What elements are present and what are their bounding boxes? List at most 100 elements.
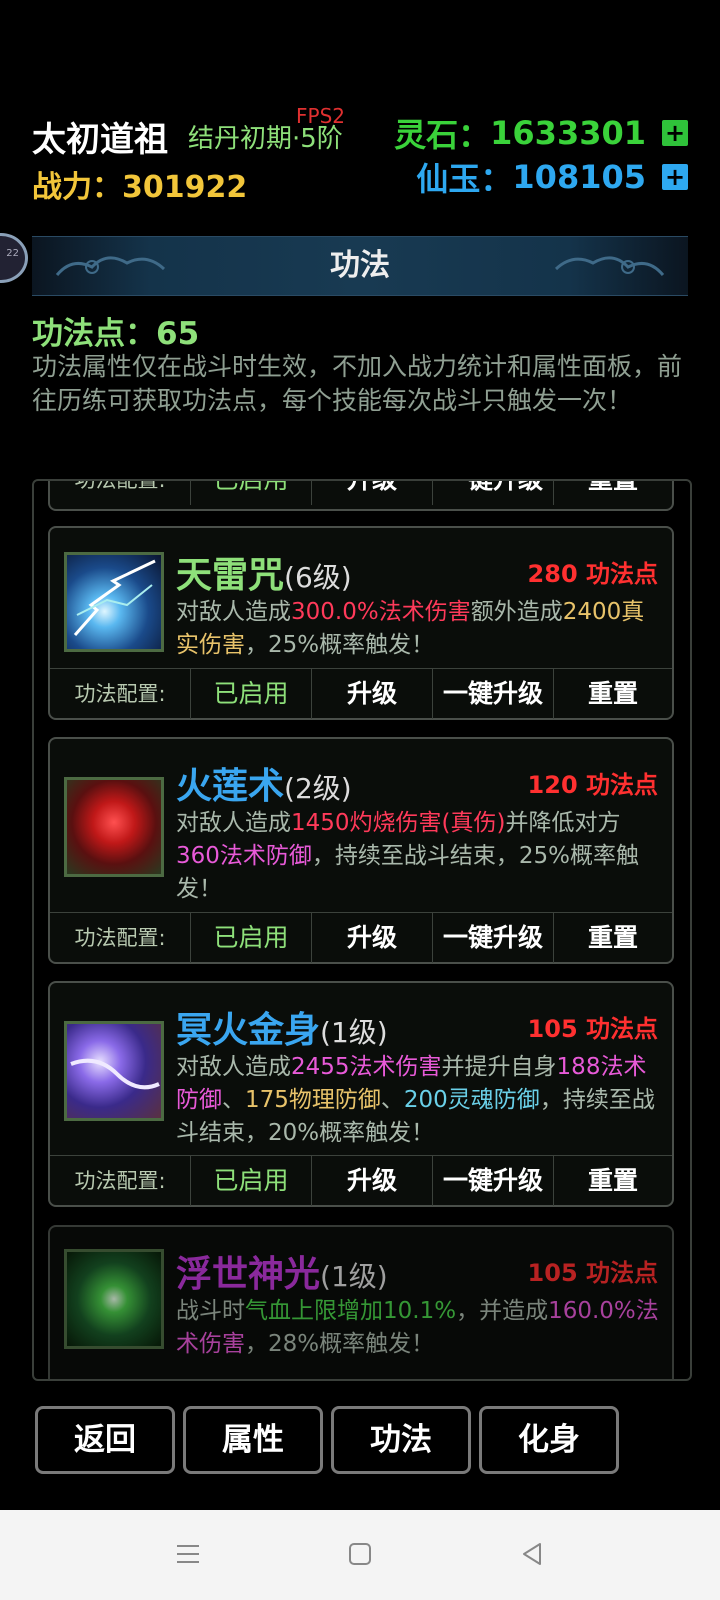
skill-points: 功法点：65 <box>32 308 199 353</box>
skill-cost: 105 功法点 <box>527 1259 658 1287</box>
upgrade-button[interactable]: 升级 <box>312 669 433 719</box>
skill-cost: 105 功法点 <box>527 1015 658 1043</box>
combat-power-value: 301922 <box>122 170 248 205</box>
avatar-clone-button[interactable]: 化身 <box>479 1406 619 1474</box>
skill-config-row: 功法配置: 已启用 升级 一键升级 重置 <box>50 1155 672 1206</box>
fire-lotus-skill-icon <box>64 777 164 877</box>
enabled-toggle[interactable]: 已启用 <box>191 669 312 719</box>
xianyu-value: 108105 <box>512 158 646 196</box>
avatar[interactable]: 22 <box>0 233 28 283</box>
enabled-toggle[interactable]: 已启用 <box>191 481 312 505</box>
skill-card: 天雷咒(6级) 280 功法点 对敌人造成300.0%法术伤害额外造成2400真… <box>48 526 674 720</box>
config-label: 功法配置: <box>50 1156 191 1206</box>
skill-level: (6级) <box>284 561 352 594</box>
reset-button[interactable]: 重置 <box>554 481 672 505</box>
skill-list[interactable]: 功法配置: 已启用 升级 一键升级 重置 天雷咒(6级) 280 功法点 对敌人… <box>32 479 692 1381</box>
effect-text: 并提升自身 <box>441 1054 557 1080</box>
skill-card-partial: 功法配置: 已启用 升级 一键升级 重置 <box>48 481 674 511</box>
xianyu-currency: 仙玉： 108105 + <box>416 154 688 200</box>
upgrade-button[interactable]: 升级 <box>312 481 433 505</box>
skill-name: 火莲术(2级) <box>176 757 352 809</box>
skill-name-text: 天雷咒 <box>176 555 285 596</box>
lingshi-currency: 灵石： 1633301 + <box>394 110 688 156</box>
skill-name: 浮世神光(1级) <box>176 1245 388 1297</box>
home-icon[interactable] <box>346 1540 374 1568</box>
nether-flame-skill-icon <box>64 1021 164 1121</box>
effect-highlight: 175物理防御 <box>245 1087 381 1113</box>
skills-button[interactable]: 功法 <box>331 1406 471 1474</box>
skill-points-value: 65 <box>156 316 200 352</box>
lightning-skill-icon <box>64 552 164 652</box>
effect-highlight: 1450灼烧伤害(真伤) <box>291 810 506 836</box>
skill-points-label: 功法点： <box>32 316 156 352</box>
back-icon[interactable] <box>518 1540 546 1568</box>
skill-level: (1级) <box>320 1260 388 1293</box>
effect-highlight: 200灵魂防御 <box>403 1087 540 1113</box>
skill-description: 功法属性仅在战斗时生效，不加入战力统计和属性面板，前往历练可获取功法点，每个技能… <box>32 352 683 415</box>
effect-text: 、 <box>222 1087 245 1113</box>
one-click-upgrade-button[interactable]: 一键升级 <box>433 669 554 719</box>
upgrade-button[interactable]: 升级 <box>312 913 433 963</box>
effect-text: 战斗时 <box>176 1298 245 1324</box>
one-click-upgrade-button[interactable]: 一键升级 <box>433 481 554 505</box>
lingshi-label: 灵石： <box>394 116 491 154</box>
effect-text: 对敌人造成 <box>176 599 291 625</box>
effect-text: ，25%概率触发！ <box>245 632 435 658</box>
lingshi-add-button[interactable]: + <box>662 120 688 146</box>
effect-text: 对敌人造成 <box>176 810 291 836</box>
effect-text: ，并造成 <box>456 1298 549 1324</box>
enabled-toggle[interactable]: 已启用 <box>191 913 312 963</box>
xianyu-label: 仙玉： <box>416 160 513 198</box>
system-nav-bar <box>0 1510 720 1600</box>
effect-text: 并降低对方 <box>505 810 621 836</box>
one-click-upgrade-button[interactable]: 一键升级 <box>433 1156 554 1206</box>
skill-effect: 对敌人造成2455法术伤害并提升自身188法术防御、175物理防御、200灵魂防… <box>176 1051 662 1150</box>
one-click-upgrade-button[interactable]: 一键升级 <box>433 913 554 963</box>
skill-card: 火莲术(2级) 120 功法点 对敌人造成1450灼烧伤害(真伤)并降低对方 36… <box>48 737 674 964</box>
lingshi-value: 1633301 <box>490 114 646 152</box>
config-label: 功法配置: <box>50 913 191 963</box>
reset-button[interactable]: 重置 <box>554 913 672 963</box>
effect-highlight: 360法术防御 <box>176 843 312 869</box>
attributes-button[interactable]: 属性 <box>183 1406 323 1474</box>
skill-effect: 战斗时气血上限增加10.1%，并造成160.0%法术伤害，28%概率触发！ <box>176 1295 662 1361</box>
skill-name-text: 浮世神光 <box>176 1254 321 1295</box>
config-label: 功法配置: <box>50 669 191 719</box>
skill-level: (1级) <box>320 1016 388 1049</box>
effect-text: 额外造成 <box>470 599 563 625</box>
upgrade-button[interactable]: 升级 <box>312 1156 433 1206</box>
reset-button[interactable]: 重置 <box>554 669 672 719</box>
skill-cost: 280 功法点 <box>527 560 658 588</box>
skill-card: 浮世神光(1级) 105 功法点 战斗时气血上限增加10.1%，并造成160.0… <box>48 1225 674 1379</box>
avatar-badge: 22 <box>6 248 19 259</box>
player-name: 太初道祖 <box>32 120 168 160</box>
section-banner: 功法 <box>32 236 688 296</box>
skill-name: 天雷咒(6级) <box>176 546 352 598</box>
skill-name-text: 冥火金身 <box>176 1010 321 1051</box>
effect-text: 、 <box>380 1087 404 1113</box>
skill-cost: 120 功法点 <box>527 771 658 799</box>
skill-config-row: 功法配置: 已启用 升级 一键升级 重置 <box>50 668 672 719</box>
enabled-toggle[interactable]: 已启用 <box>191 1156 312 1206</box>
fps-counter: FPS2 <box>296 104 345 128</box>
cloud-ornament-left-icon <box>55 256 166 276</box>
skill-config-row: 功法配置: 已启用 升级 一键升级 重置 <box>50 912 672 963</box>
skill-effect: 对敌人造成300.0%法术伤害额外造成2400真实伤害，25%概率触发！ <box>176 596 662 662</box>
skill-effect: 对敌人造成1450灼烧伤害(真伤)并降低对方360法术防御，持续至战斗结束，25… <box>176 807 662 906</box>
reset-button[interactable]: 重置 <box>554 1156 672 1206</box>
effect-highlight: 气血上限增加10.1% <box>245 1298 457 1324</box>
combat-power-label: 战力： <box>32 170 122 205</box>
xianyu-add-button[interactable]: + <box>662 164 688 190</box>
menu-icon[interactable] <box>174 1540 202 1568</box>
effect-text: ，28%概率触发！ <box>245 1331 435 1357</box>
skill-name: 冥火金身(1级) <box>176 1001 388 1053</box>
skill-name-text: 火莲术 <box>176 766 285 807</box>
effect-text: 对敌人造成 <box>176 1054 291 1080</box>
config-label: 功法配置: <box>50 481 191 505</box>
divine-light-skill-icon <box>64 1249 164 1349</box>
combat-power: 战力：301922 <box>32 162 247 206</box>
effect-highlight: 300.0%法术伤害 <box>291 599 471 625</box>
skill-card: 冥火金身(1级) 105 功法点 对敌人造成2455法术伤害并提升自身188法术… <box>48 981 674 1207</box>
back-button[interactable]: 返回 <box>35 1406 175 1474</box>
skill-level: (2级) <box>284 772 352 805</box>
